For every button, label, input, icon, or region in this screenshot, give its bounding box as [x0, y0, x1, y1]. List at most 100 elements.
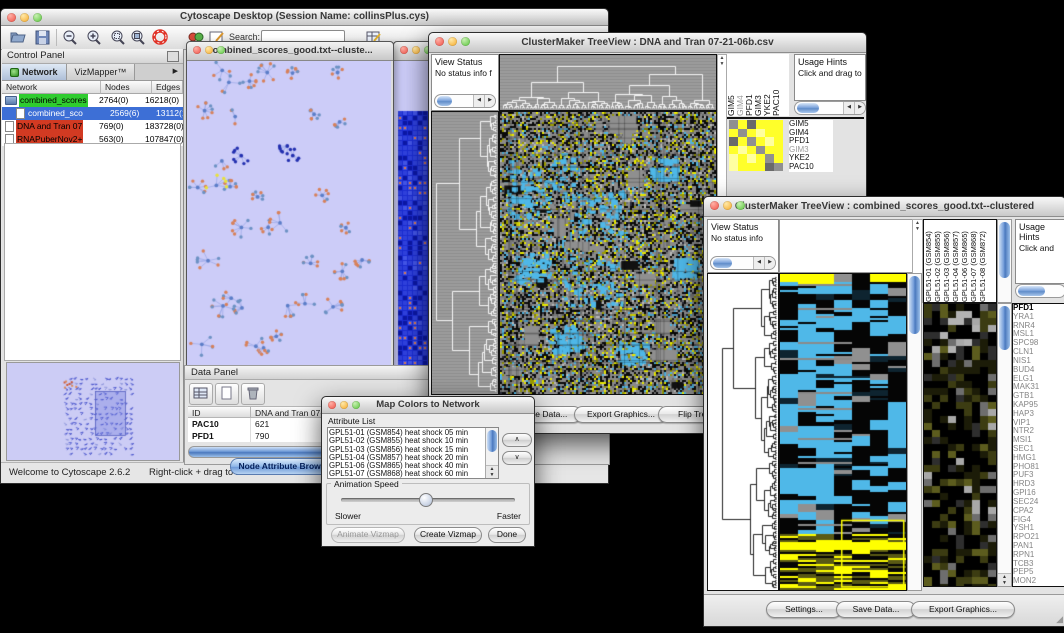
matrix-cell[interactable]: [738, 154, 747, 163]
scroll-left-arrow[interactable]: ◀: [843, 102, 854, 114]
create-vizmap-button[interactable]: Create Vizmap: [414, 527, 482, 543]
matrix-cell[interactable]: [747, 154, 756, 163]
matrix-cell[interactable]: [774, 137, 783, 146]
minimize-button[interactable]: [340, 401, 348, 409]
gene-list-scrollbar[interactable]: ▲▼: [997, 303, 1012, 587]
scroll-thumb[interactable]: [909, 276, 920, 334]
minimize-button[interactable]: [205, 46, 213, 54]
matrix-cell[interactable]: [729, 163, 738, 172]
scroll-thumb[interactable]: [999, 306, 1010, 350]
zoom-button[interactable]: [461, 37, 470, 46]
table-icon[interactable]: [189, 383, 213, 405]
column-dendrogram-empty[interactable]: [779, 219, 913, 273]
matrix-cell[interactable]: [756, 146, 765, 155]
animate-vizmap-button[interactable]: Animate Vizmap: [331, 527, 405, 543]
matrix-cell[interactable]: [729, 146, 738, 155]
attribute-list-item[interactable]: GPL51-02 (GSM855) heat shock 10 min: [329, 437, 485, 445]
zoom-button[interactable]: [33, 13, 42, 22]
help-ring-icon[interactable]: [151, 29, 169, 46]
view-status-scrollbar[interactable]: ◀ ▶: [434, 94, 496, 108]
matrix-cell[interactable]: [756, 137, 765, 146]
slider-thumb[interactable]: [419, 493, 433, 507]
main-titlebar[interactable]: Cytoscape Desktop (Session Name: collins…: [1, 9, 608, 26]
matrix-cell[interactable]: [774, 120, 783, 129]
matrix-cell[interactable]: [774, 129, 783, 138]
col-nodes[interactable]: Nodes: [101, 81, 152, 94]
attribute-list-item[interactable]: GPL51-06 (GSM865) heat shock 40 min: [329, 462, 485, 470]
col-id[interactable]: ID: [188, 406, 251, 418]
zoom-out-icon[interactable]: [61, 29, 79, 46]
settings-button[interactable]: Settings...: [766, 601, 842, 618]
attribute-list-item[interactable]: GPL51-07 (GSM868) heat shock 60 min: [329, 470, 485, 478]
network-window-1-titlebar[interactable]: combined_scores_good.txt--cluste...: [187, 42, 393, 61]
matrix-cell[interactable]: [765, 137, 774, 146]
matrix-cell[interactable]: [738, 146, 747, 155]
close-button[interactable]: [435, 37, 444, 46]
matrix-cell[interactable]: [765, 163, 774, 172]
tab-overflow-arrow[interactable]: ▶: [168, 64, 183, 80]
row-dendrogram[interactable]: [707, 273, 779, 591]
axis-label[interactable]: GPL51-03 (GSM856): [942, 220, 951, 302]
close-button[interactable]: [400, 46, 408, 54]
matrix-cell[interactable]: [729, 120, 738, 129]
axis-label[interactable]: GPL51-08 (GSM872): [978, 220, 987, 302]
matrix-cell[interactable]: [738, 137, 747, 146]
row-dendrogram[interactable]: [431, 111, 499, 395]
close-button[interactable]: [7, 13, 16, 22]
attribute-list-scrollbar[interactable]: ▲▼: [485, 428, 498, 478]
scroll-thumb[interactable]: [437, 96, 452, 106]
save-icon[interactable]: [34, 29, 52, 46]
save-data-button[interactable]: Save Data...: [836, 601, 916, 618]
scroll-thumb[interactable]: [999, 222, 1010, 278]
close-button[interactable]: [710, 201, 719, 210]
global-heatmap[interactable]: [779, 273, 907, 591]
matrix-cell[interactable]: [738, 129, 747, 138]
axis-label[interactable]: GPL51-04 (GSM857): [951, 220, 960, 302]
gene-label[interactable]: MON2: [1013, 577, 1064, 586]
matrix-cell[interactable]: [765, 120, 774, 129]
scroll-thumb[interactable]: [1018, 286, 1045, 296]
export-graphics-button[interactable]: Export Graphics...: [911, 601, 1015, 618]
matrix-cell[interactable]: [729, 154, 738, 163]
tab-network[interactable]: Network: [2, 64, 67, 80]
close-button[interactable]: [193, 46, 201, 54]
col-edges[interactable]: Edges: [152, 81, 183, 94]
attribute-list-item[interactable]: GPL51-01 (GSM854) heat shock 05 min: [329, 429, 485, 437]
float-panel-icon[interactable]: [167, 51, 179, 62]
minimize-button[interactable]: [20, 13, 29, 22]
axis-label[interactable]: PAC10: [772, 54, 781, 116]
column-dendrogram[interactable]: [499, 54, 717, 111]
attribute-list-item[interactable]: GPL51-04 (GSM857) heat shock 20 min: [329, 454, 485, 462]
move-down-button[interactable]: ∨: [502, 451, 532, 465]
matrix-cell[interactable]: [765, 146, 774, 155]
matrix-cell[interactable]: [747, 163, 756, 172]
zoom-heatmap[interactable]: [923, 303, 997, 587]
axis-label[interactable]: GPL51-07 (GSM868): [969, 220, 978, 302]
axis-label[interactable]: GPL51-06 (GSM865): [960, 220, 969, 302]
open-icon[interactable]: [9, 29, 27, 46]
matrix-cell[interactable]: [747, 129, 756, 138]
scroll-right-arrow[interactable]: ▶: [854, 102, 865, 114]
scroll-thumb[interactable]: [487, 430, 497, 452]
trash-icon[interactable]: [241, 383, 265, 405]
matrix-cell[interactable]: [747, 120, 756, 129]
network-tree-row[interactable]: combined_scores2764(0)16218(0): [2, 94, 183, 107]
attribute-list-item[interactable]: GPL51-03 (GSM856) heat shock 15 min: [329, 446, 485, 454]
treeview1-titlebar[interactable]: ClusterMaker TreeView : DNA and Tran 07-…: [429, 33, 866, 53]
usage-hints-scrollbar[interactable]: [1015, 284, 1064, 298]
zoom-selected-icon[interactable]: [109, 29, 127, 46]
speed-slider[interactable]: [341, 498, 515, 502]
zoom-fit-icon[interactable]: [129, 29, 147, 46]
scroll-left-arrow[interactable]: ◀: [473, 95, 484, 107]
matrix-cell[interactable]: [774, 163, 783, 172]
matrix-cell[interactable]: [729, 129, 738, 138]
scroll-right-arrow[interactable]: ▶: [484, 95, 495, 107]
network-tree-row[interactable]: combined_sco2569(6)13112(15): [2, 107, 183, 120]
matrix-cell[interactable]: [756, 154, 765, 163]
axis-label[interactable]: GPL51-02 (GSM855): [933, 220, 942, 302]
global-heatmap[interactable]: [499, 111, 717, 395]
close-button[interactable]: [328, 401, 336, 409]
tab-vizmapper[interactable]: VizMapper™: [67, 64, 136, 80]
document-icon[interactable]: [215, 383, 239, 405]
network-view-canvas[interactable]: [187, 61, 391, 375]
